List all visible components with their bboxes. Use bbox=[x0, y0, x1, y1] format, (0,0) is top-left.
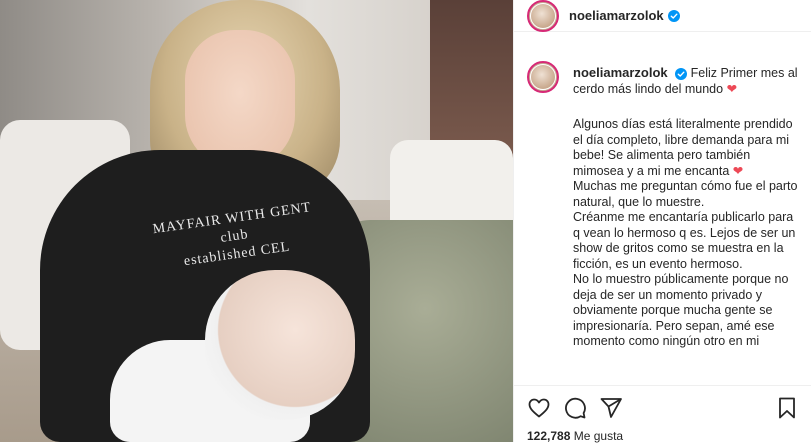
caption-para5: No lo muestro públicamente porque no dej… bbox=[573, 272, 789, 348]
likes-count[interactable]: 122,788 Me gusta bbox=[527, 429, 623, 443]
verified-badge-icon bbox=[667, 9, 680, 22]
action-icons bbox=[527, 396, 623, 420]
caption-para3: Muchas me preguntan cómo fue el parto na… bbox=[573, 179, 798, 209]
heart-emoji-icon: ❤ bbox=[726, 81, 738, 96]
likes-label: Me gusta bbox=[573, 429, 624, 443]
caption-username[interactable]: noeliamarzolok bbox=[573, 65, 668, 80]
heart-emoji-icon: ❤ bbox=[732, 163, 744, 178]
caption-paragraph-2: Algunos días está literalmente prendido … bbox=[573, 117, 803, 179]
photo-face bbox=[185, 30, 295, 170]
photo-baby bbox=[205, 270, 355, 420]
heart-icon[interactable] bbox=[527, 396, 551, 420]
avatar[interactable] bbox=[527, 0, 559, 32]
photo-shelf bbox=[430, 0, 513, 160]
likes-number: 122,788 bbox=[527, 429, 571, 443]
caption-text: noeliamarzolok Feliz Primer mes al cerdo… bbox=[573, 65, 803, 350]
caption-para4: Créanme me encantaría publicarlo para q … bbox=[573, 210, 796, 271]
comment-icon[interactable] bbox=[563, 396, 587, 420]
caption-avatar-image bbox=[530, 64, 556, 90]
verified-badge-icon bbox=[675, 67, 688, 80]
post-sidebar: noeliamarzolok noeliamarzolok Feliz Prim… bbox=[513, 0, 811, 443]
caption-avatar[interactable] bbox=[527, 61, 559, 93]
paper-plane-icon[interactable] bbox=[599, 396, 623, 420]
caption-para2: Algunos días está literalmente prendido … bbox=[573, 117, 793, 178]
avatar-image bbox=[530, 2, 556, 29]
bookmark-icon[interactable] bbox=[775, 396, 799, 420]
caption-line1: noeliamarzolok Feliz Primer mes al cerdo… bbox=[573, 65, 803, 97]
post-photo[interactable]: MAYFAIR WITH GENT club established CEL bbox=[0, 0, 513, 442]
caption-comment: noeliamarzolok Feliz Primer mes al cerdo… bbox=[514, 55, 811, 385]
post-header: noeliamarzolok bbox=[514, 0, 811, 32]
header-username[interactable]: noeliamarzolok bbox=[569, 8, 664, 23]
action-bar: 122,788 Me gusta bbox=[514, 385, 811, 443]
